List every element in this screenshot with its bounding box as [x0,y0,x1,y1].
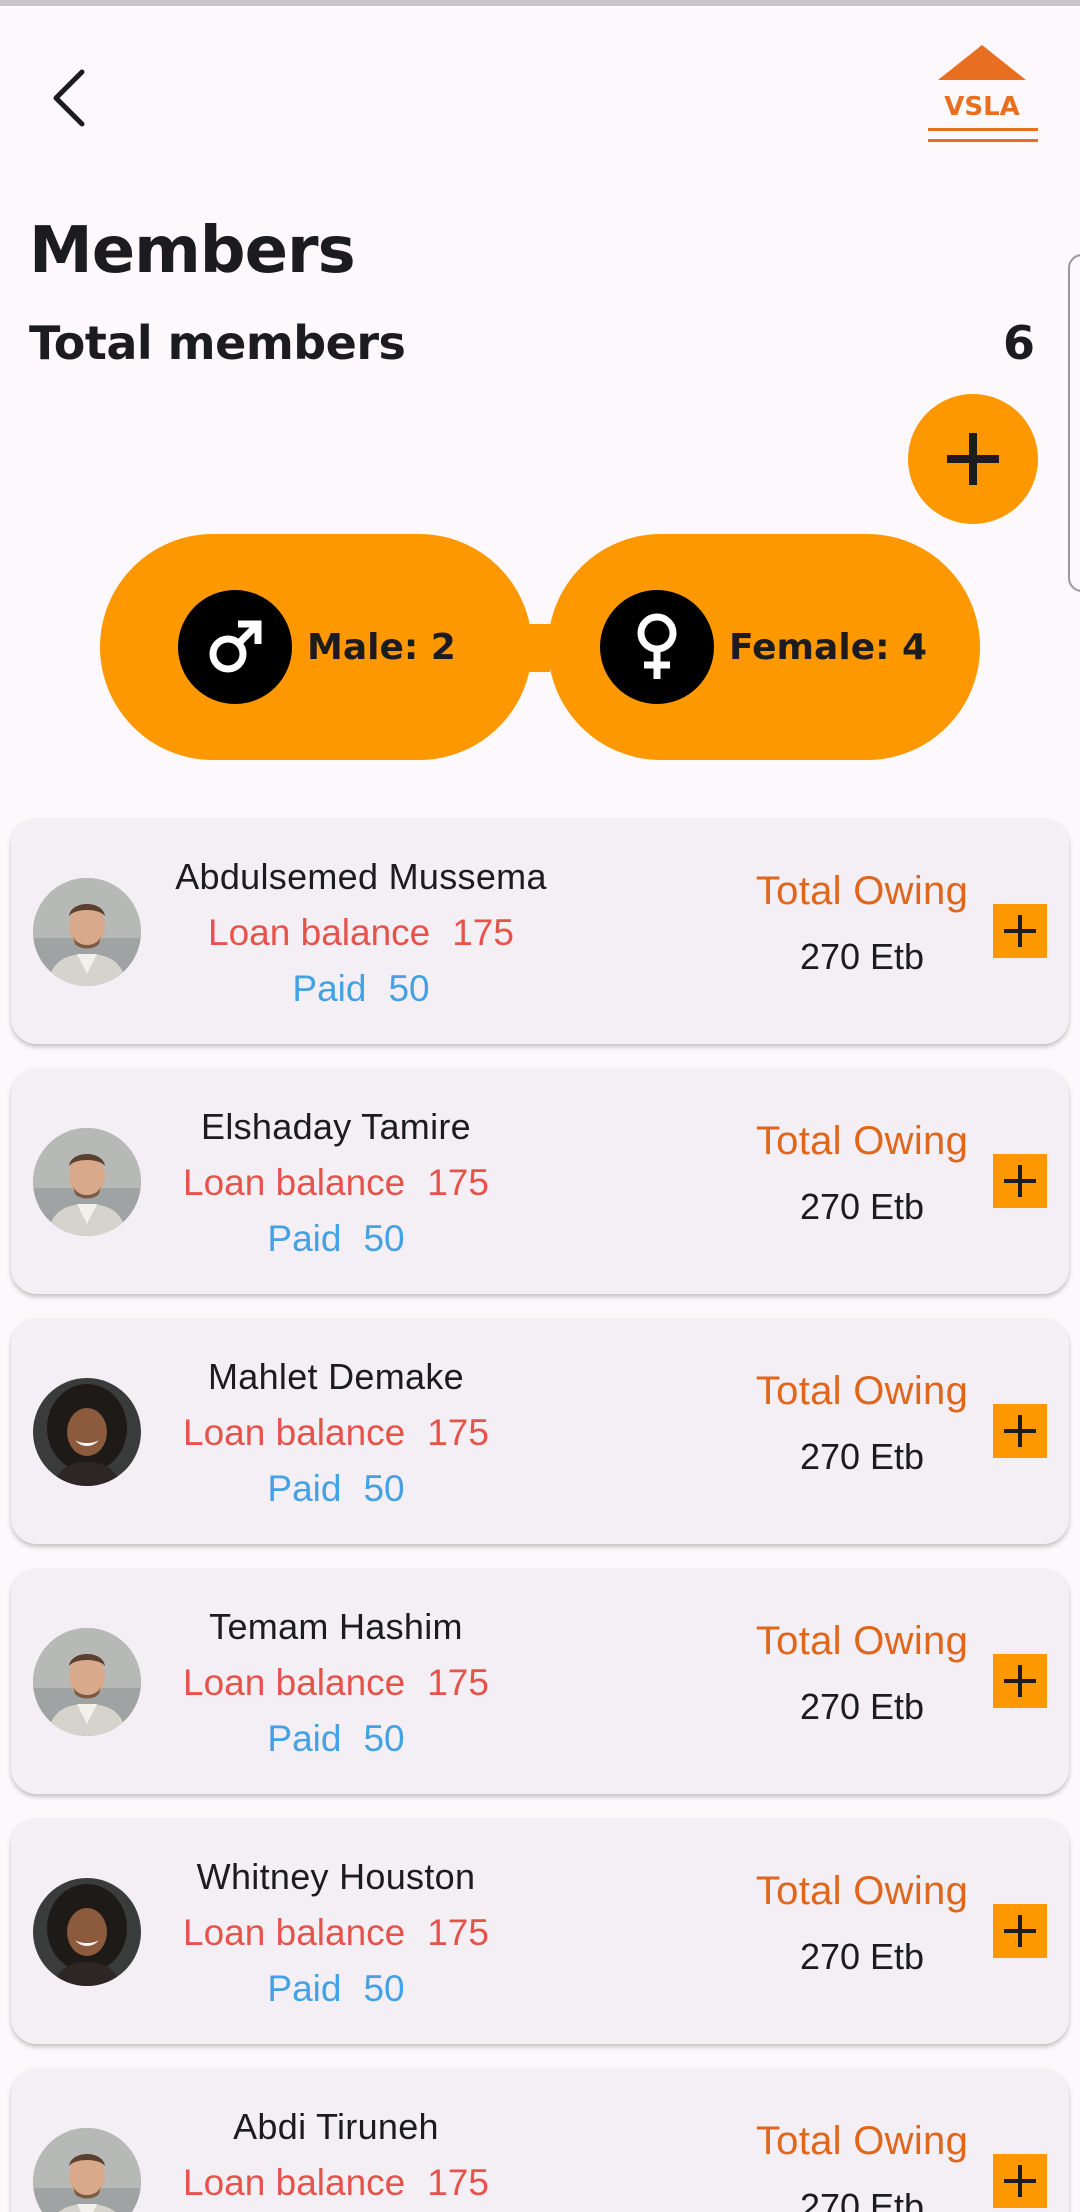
member-name: Whitney Houston [196,1856,476,1897]
loan-balance: Loan balance 175 [183,1412,489,1453]
total-owing: Total Owing 270 Etb [697,1864,1027,1980]
member-list: Abdulsemed Mussema Loan balance 175 Paid 5… [11,818,1069,2212]
loan-balance: Loan balance 175 [183,1912,489,1953]
plus-icon [1004,2165,1036,2197]
paid-amount: Paid 50 [267,1968,405,2009]
total-owing-value: 270 Etb [799,1936,925,1977]
paid-amount: Paid 50 [267,1468,405,1509]
total-owing: Total Owing 270 Etb [697,864,1027,980]
female-count-button[interactable]: Female: 4 [548,534,980,760]
total-owing-value: 270 Etb [799,936,925,977]
chevron-left-icon [53,69,85,127]
total-owing-value: 270 Etb [799,1686,925,1727]
loan-balance: Loan balance 175 [183,1162,489,1203]
back-button[interactable] [36,58,100,138]
female-symbol-icon [600,590,714,704]
member-card[interactable]: Temam Hashim Loan balance 175 Paid 50 Tota… [11,1568,1069,1794]
paid-amount: Paid 50 [292,968,430,1009]
member-card[interactable]: Mahlet Demake Loan balance 175 Paid 50 Tot… [11,1318,1069,1544]
male-count-label: Male: 2 [307,626,456,668]
member-card[interactable]: Whitney Houston Loan balance 175 Paid 50 T… [11,1818,1069,2044]
add-member-button[interactable] [908,394,1038,524]
vsla-logo: VSLA [920,40,1044,152]
plus-icon [1004,1665,1036,1697]
total-owing-label: Total Owing [755,1619,969,1663]
add-payment-button[interactable] [993,1404,1047,1458]
member-name: Elshaday Tamire [201,1106,471,1147]
member-card[interactable]: Elshaday Tamire Loan balance 175 Paid 50 T… [11,1068,1069,1294]
member-name: Abdulsemed Mussema [175,856,547,897]
total-owing-label: Total Owing [755,1369,969,1413]
total-members-count: 6 [1002,316,1035,370]
total-members-label: Total members [29,316,406,370]
add-payment-button[interactable] [993,2154,1047,2208]
total-owing: Total Owing 270 Etb [697,1364,1027,1480]
svg-text:VSLA: VSLA [944,92,1020,122]
loan-balance: Loan balance 175 [208,912,514,953]
add-payment-button[interactable] [993,1154,1047,1208]
plus-icon [947,433,999,485]
status-strip [0,0,1080,6]
paid-amount: Paid 50 [267,1718,405,1759]
plus-icon [1004,1415,1036,1447]
member-card[interactable]: Abdi Tiruneh Loan balance175 Paid50 Tota… [11,2068,1069,2212]
total-owing-label: Total Owing [755,2119,969,2163]
paid-amount: Paid 50 [267,1218,405,1259]
add-payment-button[interactable] [993,1654,1047,1708]
member-name: Temam Hashim [209,1606,463,1647]
total-owing-label: Total Owing [755,869,969,913]
female-count-label: Female: 4 [729,626,928,668]
plus-icon [1004,1915,1036,1947]
loan-balance: Loan balance 175 [183,2162,489,2203]
loan-balance: Loan balance 175 [183,1662,489,1703]
male-symbol-icon [178,590,292,704]
add-payment-button[interactable] [993,1904,1047,1958]
member-name: Mahlet Demake [207,1356,464,1397]
total-owing: Total Owing 270 Etb [697,1614,1027,1730]
total-owing-value: 270 Etb [799,1436,925,1477]
plus-icon [1004,1165,1036,1197]
total-owing: Total Owing 270 Etb [697,2114,1027,2212]
member-name: Abdi Tiruneh [233,2106,439,2147]
male-count-button[interactable]: Male: 2 [100,534,532,760]
page-title: Members [29,214,356,288]
member-card[interactable]: Abdulsemed Mussema Loan balance 175 Paid 5… [11,818,1069,1044]
total-owing-value: 270 Etb [799,1186,925,1227]
side-panel-handle[interactable] [1068,254,1080,592]
total-owing: Total Owing 270 Etb [697,1114,1027,1230]
total-owing-value: 270 Etb [799,2186,925,2212]
total-owing-label: Total Owing [755,1119,969,1163]
add-payment-button[interactable] [993,904,1047,958]
total-owing-label: Total Owing [755,1869,969,1913]
plus-icon [1004,915,1036,947]
